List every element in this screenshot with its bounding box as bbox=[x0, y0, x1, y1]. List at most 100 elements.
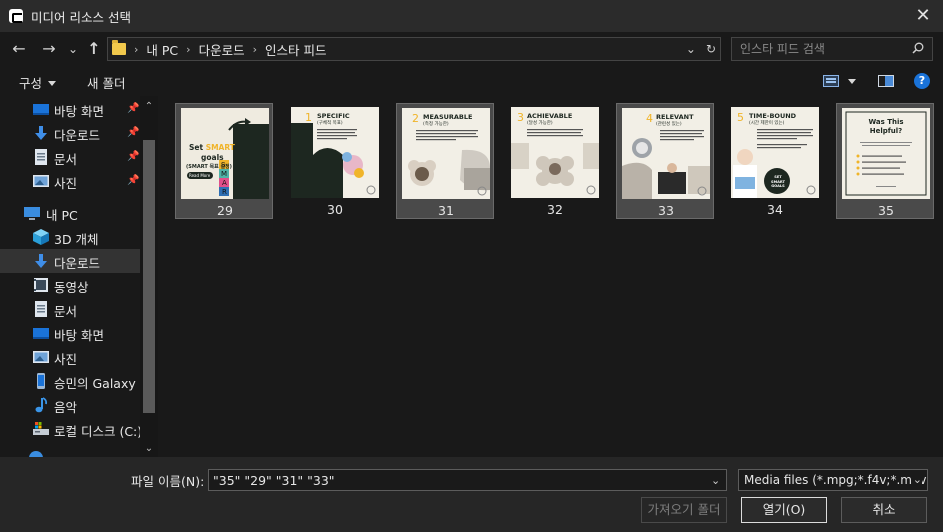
sidebar-item-documents-pinned[interactable]: 문서 📌 bbox=[0, 145, 140, 169]
sidebar-scroll-thumb[interactable] bbox=[143, 140, 155, 413]
drive-icon bbox=[33, 422, 49, 435]
sidebar-item-this-pc[interactable]: 내 PC bbox=[0, 201, 140, 225]
address-bar[interactable]: › 내 PC › 다운로드 › 인스타 피드 ⌄ ↻ bbox=[107, 37, 721, 61]
slide-subheading: (시간 제한이 있는) bbox=[749, 121, 785, 126]
back-arrow-icon[interactable]: ← bbox=[8, 38, 30, 60]
organize-button[interactable]: 구성 bbox=[19, 73, 57, 92]
file-name: 31 bbox=[438, 203, 454, 218]
sidebar-item-pictures-pinned[interactable]: 사진 📌 bbox=[0, 169, 140, 193]
slide-badge: SET SMART GOALS bbox=[770, 175, 785, 188]
chevron-down-icon: ⌄ bbox=[910, 470, 922, 490]
file-tile-30[interactable]: 1 SPECIFIC (구체적 목표) 30 bbox=[286, 103, 384, 219]
view-mode-icon[interactable] bbox=[823, 75, 839, 87]
download-icon bbox=[35, 254, 47, 268]
address-history-chevron-icon[interactable]: ⌄ bbox=[686, 42, 696, 56]
sidebar-item-local-disk-c[interactable]: 로컬 디스크 (C:) bbox=[0, 417, 143, 441]
scroll-down-icon[interactable]: ⌄ bbox=[140, 442, 158, 456]
sidebar-item-label: 다운로드 bbox=[54, 256, 101, 271]
sidebar-item-label: 다운로드 bbox=[54, 128, 101, 143]
close-icon[interactable]: ✕ bbox=[911, 4, 935, 28]
preview-pane-icon[interactable] bbox=[878, 75, 894, 87]
new-folder-button[interactable]: 새 폴더 bbox=[87, 73, 125, 92]
pictures-icon bbox=[33, 175, 49, 187]
document-icon bbox=[35, 301, 47, 317]
file-name: 32 bbox=[547, 202, 563, 217]
open-button[interactable]: 열기(O) bbox=[741, 497, 827, 523]
search-icon[interactable] bbox=[912, 42, 924, 54]
filename-label: 파일 이름(N): bbox=[131, 474, 205, 489]
breadcrumb-separator: › bbox=[134, 42, 139, 56]
slide-title-accent: SMART bbox=[205, 143, 235, 152]
import-folder-button[interactable]: 가져오기 폴더 bbox=[641, 497, 727, 523]
desktop-icon bbox=[33, 104, 49, 115]
sidebar-item-videos[interactable]: 동영상 bbox=[0, 273, 140, 297]
sidebar-item-downloads-pinned[interactable]: 다운로드 📌 bbox=[0, 121, 140, 145]
capcut-app-icon bbox=[9, 9, 23, 23]
sidebar-item-music[interactable]: 음악 bbox=[0, 393, 140, 417]
sidebar-item-label: 음악 bbox=[54, 400, 78, 415]
pin-icon[interactable]: 📌 bbox=[127, 152, 139, 162]
breadcrumb-this-pc[interactable]: 내 PC bbox=[146, 40, 178, 59]
slide-heading: Was This Helpful? bbox=[868, 118, 904, 135]
pin-icon[interactable]: 📌 bbox=[127, 176, 139, 186]
filename-input[interactable] bbox=[208, 469, 727, 491]
sidebar-item-label: 바탕 화면 bbox=[54, 104, 104, 119]
slide-number: 2 bbox=[412, 112, 419, 125]
sidebar-item-label: 로컬 디스크 (C:) bbox=[54, 424, 143, 439]
filename-history-chevron-icon[interactable]: ⌄ bbox=[711, 474, 720, 487]
sidebar-item-documents[interactable]: 문서 bbox=[0, 297, 140, 321]
sidebar-item-desktop[interactable]: 바탕 화면 bbox=[0, 321, 140, 345]
cube-icon bbox=[33, 229, 49, 245]
breadcrumb-separator: › bbox=[252, 42, 257, 56]
scroll-up-icon[interactable]: ⌃ bbox=[140, 100, 158, 114]
file-name: 33 bbox=[658, 203, 674, 218]
folder-icon bbox=[112, 40, 126, 55]
recent-locations-chevron-icon[interactable]: ⌄ bbox=[62, 38, 84, 60]
refresh-icon[interactable]: ↻ bbox=[706, 42, 716, 56]
slide-title: Set SMART bbox=[189, 143, 235, 152]
svg-text:R: R bbox=[222, 188, 227, 196]
navigation-pane: 바탕 화면 📌 다운로드 📌 문서 📌 사진 📌 내 PC 3D 개체 다운로드… bbox=[0, 96, 158, 457]
sidebar-item-downloads[interactable]: 다운로드 bbox=[0, 249, 140, 273]
slide-number: 3 bbox=[517, 111, 524, 124]
breadcrumb-downloads[interactable]: 다운로드 bbox=[199, 40, 245, 59]
file-name: 34 bbox=[767, 202, 783, 217]
sidebar-item-label: 승민의 Galaxy S bbox=[54, 376, 148, 391]
forward-arrow-icon[interactable]: → bbox=[38, 38, 60, 60]
sidebar-item-label: 문서 bbox=[54, 152, 78, 167]
sidebar-item-desktop-pinned[interactable]: 바탕 화면 📌 bbox=[0, 97, 140, 121]
file-tile-33[interactable]: 4 RELEVANT (관련성 있는) 33 bbox=[616, 103, 714, 219]
file-tile-29[interactable]: S M A R Set SMART goals (SMART 목표 설정) Re… bbox=[175, 103, 273, 219]
slide-subheading: (관련성 있는) bbox=[656, 122, 682, 127]
sidebar-item-galaxy-phone[interactable]: 승민의 Galaxy S bbox=[0, 369, 148, 393]
view-options-chevron-icon[interactable] bbox=[848, 79, 856, 84]
computer-icon bbox=[24, 207, 40, 220]
video-icon bbox=[34, 278, 48, 292]
sidebar-item-network-partial[interactable] bbox=[0, 446, 140, 457]
file-thumbnail: 3 ACHIEVABLE (달성 가능한) bbox=[511, 107, 599, 198]
slide-heading: MEASURABLE bbox=[423, 113, 473, 121]
desktop-icon bbox=[33, 328, 49, 339]
slide-cta: Read More bbox=[189, 173, 211, 178]
title-bar: 미디어 리소스 선택 ✕ bbox=[0, 0, 943, 32]
file-tile-35[interactable]: Was This Helpful? 35 bbox=[836, 103, 934, 219]
slide-subtitle: (SMART 목표 설정) bbox=[186, 164, 232, 170]
window-title: 미디어 리소스 선택 bbox=[31, 9, 131, 25]
sidebar-item-3d-objects[interactable]: 3D 개체 bbox=[0, 225, 140, 249]
sidebar-item-pictures[interactable]: 사진 bbox=[0, 345, 140, 369]
file-type-select[interactable]: Media files (*.mpg;*.f4v;*.mov; ⌄ bbox=[738, 469, 928, 491]
up-arrow-icon[interactable]: ↑ bbox=[83, 38, 105, 60]
pin-icon[interactable]: 📌 bbox=[127, 104, 139, 114]
pin-icon[interactable]: 📌 bbox=[127, 128, 139, 138]
search-input[interactable] bbox=[740, 40, 905, 58]
file-tile-34[interactable]: 5 TIME-BOUND (시간 제한이 있는) SET SMART GOALS… bbox=[726, 103, 824, 219]
chevron-down-icon bbox=[48, 81, 57, 86]
cancel-button[interactable]: 취소 bbox=[841, 497, 927, 523]
help-icon[interactable]: ? bbox=[914, 73, 930, 89]
breadcrumb-insta-feed[interactable]: 인스타 피드 bbox=[265, 40, 326, 59]
file-tile-32[interactable]: 3 ACHIEVABLE (달성 가능한) 32 bbox=[506, 103, 604, 219]
slide-subheading: (측정 가능한) bbox=[423, 122, 449, 127]
file-tile-31[interactable]: 2 MEASURABLE (측정 가능한) 31 bbox=[396, 103, 494, 219]
slide-number: 1 bbox=[305, 111, 312, 124]
slide-number: 4 bbox=[646, 112, 653, 125]
